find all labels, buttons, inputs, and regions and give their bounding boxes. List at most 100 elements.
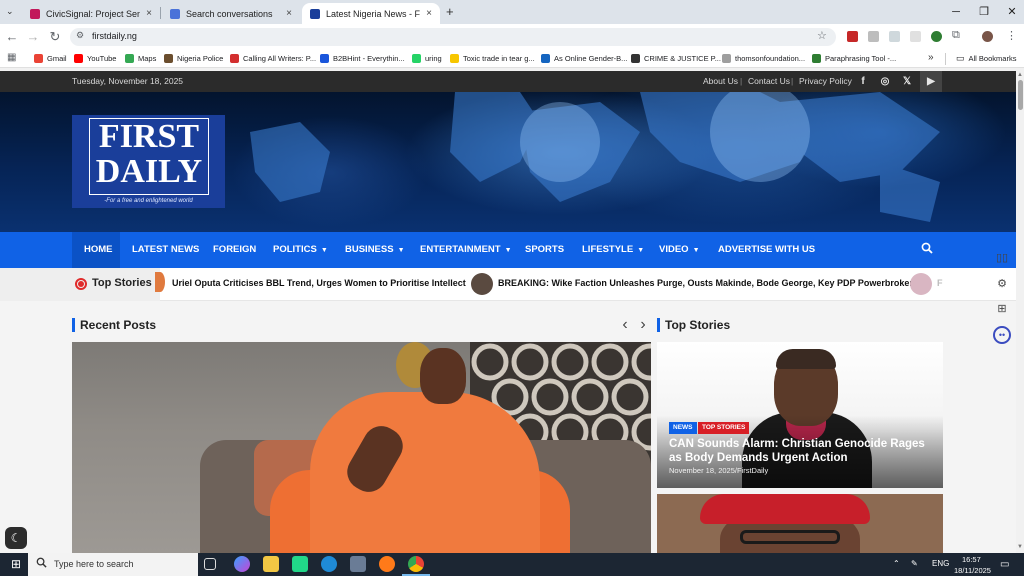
bookmark-item[interactable]: B2BHint - Everythin...: [320, 52, 405, 65]
bookmark-item[interactable]: Maps: [125, 52, 156, 65]
site-info-icon[interactable]: ⚙: [76, 30, 84, 41]
scroll-down-icon[interactable]: ▼: [1017, 544, 1023, 550]
apps-icon[interactable]: ⊞: [993, 300, 1011, 318]
assistant-icon[interactable]: ••: [993, 326, 1011, 344]
nav-video[interactable]: VIDEO ▼: [659, 232, 700, 268]
bookmark-item[interactable]: Calling All Writers: P...: [230, 52, 316, 65]
tab-search-icon[interactable]: ⌄: [6, 6, 14, 17]
carousel-prev-button[interactable]: ‹: [618, 317, 632, 333]
extension-grid-icon[interactable]: [889, 31, 900, 42]
nav-advertise[interactable]: ADVERTISE WITH US: [718, 232, 815, 268]
privacy-policy-link[interactable]: Privacy Policy: [799, 76, 852, 86]
nav-sports[interactable]: SPORTS: [525, 232, 564, 268]
extension-mail-icon[interactable]: [868, 31, 879, 42]
settings-icon[interactable]: ⚙: [993, 275, 1011, 293]
bookmark-item[interactable]: YouTube: [74, 52, 116, 65]
nav-business[interactable]: BUSINESS ▼: [345, 232, 405, 268]
task-view-icon[interactable]: [204, 558, 216, 570]
top-link-separator: |: [791, 76, 794, 86]
forward-button[interactable]: →: [25, 29, 41, 45]
bookmark-item[interactable]: uring: [412, 52, 442, 65]
tray-overflow-icon[interactable]: ⌃: [893, 559, 900, 568]
close-tab-icon[interactable]: ×: [286, 8, 292, 19]
bookmark-favicon-icon: [164, 54, 173, 63]
bookmark-item[interactable]: CRIME & JUSTICE P...: [631, 52, 721, 65]
ticker-headline[interactable]: F: [937, 278, 943, 288]
contact-us-link[interactable]: Contact Us: [748, 76, 790, 86]
minimize-button[interactable]: ─: [942, 4, 970, 20]
copilot-icon[interactable]: [234, 556, 250, 572]
extension-green-icon[interactable]: [931, 31, 942, 42]
nav-politics[interactable]: POLITICS ▼: [273, 232, 328, 268]
file-explorer-icon[interactable]: [263, 556, 279, 572]
top-story-title[interactable]: CAN Sounds Alarm: Christian Genocide Rag…: [669, 437, 929, 465]
bookmark-item[interactable]: Paraphrasing Tool -...: [812, 52, 896, 65]
reload-button[interactable]: ↻: [47, 29, 63, 45]
language-indicator[interactable]: ENG: [932, 559, 949, 568]
youtube-icon[interactable]: ▶: [920, 71, 942, 92]
tab-civicsignal[interactable]: CivicSignal: Project Sembra: Pro ×: [22, 3, 160, 24]
firefox-icon[interactable]: [379, 556, 395, 572]
news-badge[interactable]: NEWS: [669, 422, 697, 434]
url-text[interactable]: firstdaily.ng: [92, 31, 137, 41]
extension-gray-icon[interactable]: [910, 31, 921, 42]
pycharm-icon[interactable]: [292, 556, 308, 572]
bookmark-label: Maps: [138, 54, 157, 63]
close-window-button[interactable]: ✕: [998, 4, 1024, 20]
extension-red-icon[interactable]: [847, 31, 858, 42]
chrome-icon[interactable]: [408, 556, 424, 572]
about-us-link[interactable]: About Us: [703, 76, 738, 86]
ticker-headline[interactable]: BREAKING: Wike Faction Unleashes Purge, …: [498, 278, 918, 288]
bookmark-label: uring: [425, 54, 442, 63]
scroll-up-icon[interactable]: ▲: [1017, 72, 1023, 78]
facebook-icon[interactable]: f: [852, 71, 874, 92]
restore-button[interactable]: ❐: [970, 4, 998, 20]
new-tab-button[interactable]: +: [446, 4, 454, 19]
nav-lifestyle[interactable]: LIFESTYLE ▼: [582, 232, 644, 268]
x-icon[interactable]: 𝕏: [896, 71, 918, 92]
dark-mode-toggle[interactable]: ☾: [5, 527, 27, 549]
browser-menu-icon[interactable]: ⋮: [1006, 29, 1017, 42]
nav-latest-news[interactable]: LATEST NEWS: [132, 232, 199, 268]
page-scrollbar[interactable]: [1016, 71, 1024, 553]
profile-avatar-icon[interactable]: [982, 31, 993, 42]
card-photo-hair: [776, 349, 836, 369]
nav-home[interactable]: HOME: [84, 232, 113, 268]
close-tab-icon[interactable]: ×: [426, 8, 432, 19]
address-bar[interactable]: [70, 28, 836, 46]
tab-search-conversations[interactable]: Search conversations ×: [162, 3, 300, 24]
apps-grid-icon[interactable]: ▦: [7, 52, 16, 63]
app-icon[interactable]: [350, 556, 366, 572]
extensions-puzzle-icon[interactable]: ⧉: [952, 29, 960, 42]
notifications-icon[interactable]: ▭: [1000, 559, 1009, 570]
instagram-icon[interactable]: ◎: [874, 71, 896, 92]
top-stories-badge[interactable]: TOP STORIES: [698, 422, 750, 434]
tab-first-daily[interactable]: Latest Nigeria News - First Daily ×: [302, 3, 440, 24]
all-bookmarks-button[interactable]: ▭ All Bookmarks: [956, 52, 1016, 65]
site-search-icon[interactable]: [921, 242, 933, 254]
bookmark-label: Gmail: [47, 54, 67, 63]
ticker-headline[interactable]: Uriel Oputa Criticises BBL Trend, Urges …: [172, 278, 466, 288]
bookmark-item[interactable]: As Online Gender-B...: [541, 52, 627, 65]
bookmark-item[interactable]: Toxic trade in tear g...: [450, 52, 535, 65]
taskbar-search-placeholder[interactable]: Type here to search: [54, 559, 134, 569]
edge-icon[interactable]: [321, 556, 337, 572]
reading-mode-icon[interactable]: ▯▯: [993, 249, 1011, 267]
bookmark-favicon-icon: [412, 54, 421, 63]
bookmark-star-icon[interactable]: ☆: [817, 29, 827, 42]
close-tab-icon[interactable]: ×: [146, 8, 152, 19]
back-button[interactable]: ←: [4, 29, 20, 45]
nav-foreign[interactable]: FOREIGN: [213, 232, 256, 268]
scrollbar-thumb[interactable]: [1018, 80, 1023, 110]
clock-time[interactable]: 16:57: [962, 555, 981, 564]
bookmarks-overflow-button[interactable]: »: [928, 52, 934, 63]
network-icon[interactable]: ✎: [911, 559, 918, 568]
bookmark-item[interactable]: Gmail: [34, 52, 67, 65]
windows-start-icon[interactable]: ⊞: [8, 556, 24, 572]
carousel-next-button[interactable]: ›: [636, 317, 650, 333]
bookmark-item[interactable]: Nigeria Police: [164, 52, 223, 65]
clock-date[interactable]: 18/11/2025: [954, 566, 991, 575]
logo-text-daily: DAILY: [95, 153, 203, 190]
nav-entertainment[interactable]: ENTERTAINMENT ▼: [420, 232, 512, 268]
bookmark-item[interactable]: thomsonfoundation...: [722, 52, 805, 65]
